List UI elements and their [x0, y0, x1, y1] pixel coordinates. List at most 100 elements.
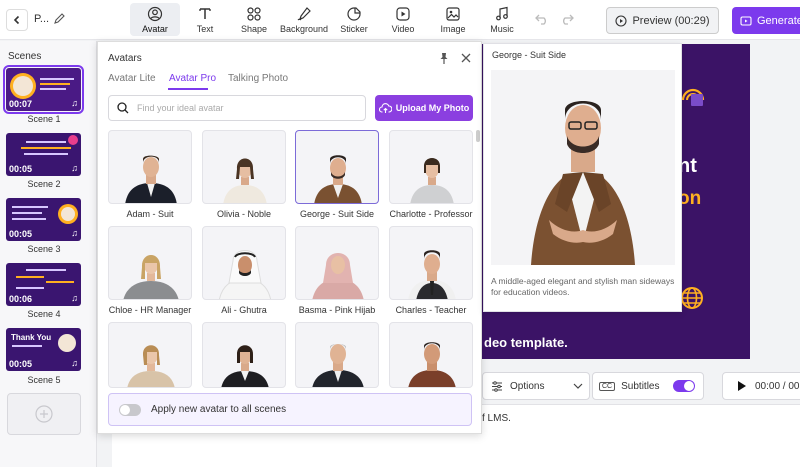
tab-avatar-pro[interactable]: Avatar Pro [169, 73, 216, 84]
scene-label: Scene 5 [27, 375, 61, 385]
search-input[interactable] [137, 103, 357, 113]
tool-image[interactable]: Image [428, 3, 478, 36]
apply-all-toggle[interactable] [119, 403, 141, 416]
tool-avatar[interactable]: Avatar [130, 3, 180, 36]
scenes-title: Scenes [8, 51, 42, 62]
scene-label: Scene 4 [27, 309, 61, 319]
avatar-name: Charles - Teacher [395, 305, 467, 315]
play-icon[interactable] [737, 380, 747, 392]
panel-scrollbar[interactable] [476, 130, 480, 142]
music-note-icon: ♫ [71, 98, 78, 108]
avatar-card-charles[interactable] [389, 226, 473, 300]
scene-duration: 00:06 [9, 294, 33, 304]
image-icon [446, 7, 460, 21]
avatar-portrait [123, 255, 179, 299]
avatar-card[interactable] [108, 322, 192, 388]
shape-icon [247, 7, 261, 21]
avatar-portrait [312, 253, 364, 299]
scene-thumbnail-1[interactable]: 00:07 ♫ [3, 65, 84, 114]
tool-text[interactable]: Text [180, 3, 230, 36]
avatar-portrait [125, 155, 177, 203]
avatar-name: Olivia - Noble [216, 209, 272, 219]
book-icon [680, 86, 706, 108]
close-icon[interactable] [461, 53, 471, 63]
avatar-card-ali[interactable] [202, 226, 286, 300]
avatar-card-chloe[interactable] [108, 226, 192, 300]
scene-thumbnail-2[interactable]: 00:05 ♫ [6, 133, 81, 176]
avatar-portrait [219, 250, 271, 299]
subtitles-toggle[interactable] [673, 380, 696, 392]
apply-all-label: Apply new avatar to all scenes [151, 404, 287, 415]
scene-thumbnail-5[interactable]: Thank You 00:05 ♫ [6, 328, 81, 371]
sliders-icon [492, 380, 502, 392]
subtitles-control[interactable]: CC Subtitles [592, 372, 704, 400]
tool-music[interactable]: Music [477, 3, 527, 36]
scene-duration: 00:05 [9, 164, 33, 174]
sticker-icon [347, 7, 361, 21]
script-text[interactable]: f LMS. [482, 413, 511, 424]
music-note-icon: ♫ [71, 163, 78, 173]
tool-label: Background [279, 24, 329, 34]
preview-description: A middle-aged elegant and stylish man si… [491, 276, 675, 297]
redo-icon[interactable] [560, 13, 574, 25]
tool-label: Shape [240, 24, 268, 34]
scene-duration: 00:05 [9, 359, 33, 369]
preview-title: George - Suit Side [492, 50, 567, 60]
subtitles-label: Subtitles [621, 380, 660, 392]
music-note-icon: ♫ [71, 358, 78, 368]
avatar-card-basma[interactable] [295, 226, 379, 300]
background-icon [297, 7, 311, 21]
pin-icon[interactable] [438, 52, 450, 65]
scene-duration: 00:05 [9, 229, 33, 239]
avatar-portrait [408, 250, 456, 299]
back-button[interactable] [6, 9, 28, 31]
avatar-name: Ali - Ghutra [221, 305, 267, 315]
scene-thumbnail-text: Thank You [11, 333, 52, 342]
tab-talking-photo[interactable]: Talking Photo [228, 73, 288, 84]
avatar-card[interactable] [295, 322, 379, 388]
avatar-card[interactable] [389, 322, 473, 388]
avatar-name: Chloe - HR Manager [108, 305, 192, 315]
avatar-card-charlotte[interactable] [389, 130, 473, 204]
avatar-name: Basma - Pink Hijab [298, 305, 376, 315]
tool-label: Image [440, 24, 466, 34]
tool-shape[interactable]: Shape [229, 3, 279, 36]
edit-icon[interactable] [53, 12, 66, 25]
preview-label: Preview (00:29) [632, 14, 710, 27]
canvas-footer-text[interactable]: deo template. [484, 335, 568, 350]
scene-thumbnail-4[interactable]: 00:06 ♫ [6, 263, 81, 306]
avatar-card-olivia[interactable] [202, 130, 286, 204]
avatar-card-adam[interactable] [108, 130, 192, 204]
avatar-name: Charlotte - Professor [389, 209, 473, 219]
tool-label: Avatar [142, 24, 168, 34]
avatar-portrait [408, 342, 456, 387]
video-icon [396, 7, 410, 21]
project-name[interactable]: P... [34, 13, 49, 25]
playback-control[interactable]: 00:00 / 00 [722, 372, 800, 400]
upload-photo-button[interactable]: Upload My Photo [375, 95, 473, 121]
chevron-down-icon [574, 383, 583, 389]
apply-all-scenes-control[interactable]: Apply new avatar to all scenes [108, 393, 472, 426]
scene-thumbnail-3[interactable]: 00:05 ♫ [6, 198, 81, 241]
options-dropdown[interactable]: Options [482, 372, 590, 400]
tool-sticker[interactable]: Sticker [329, 3, 379, 36]
tab-avatar-lite[interactable]: Avatar Lite [108, 73, 156, 84]
plus-circle-icon [35, 405, 53, 423]
avatar-portrait [314, 155, 362, 203]
generate-label: Generate [757, 14, 800, 27]
tool-video[interactable]: Video [378, 3, 428, 36]
avatar-search[interactable] [108, 95, 366, 121]
avatar-card[interactable] [202, 322, 286, 388]
add-scene-button[interactable] [7, 393, 81, 435]
undo-icon[interactable] [535, 13, 549, 25]
avatar-card-george[interactable] [295, 130, 379, 204]
avatars-panel: Avatars Avatar Lite Avatar Pro Talking P… [97, 41, 482, 434]
preview-button[interactable]: Preview (00:29) [606, 7, 719, 34]
options-label: Options [510, 380, 545, 392]
play-circle-icon [615, 14, 628, 27]
tool-background[interactable]: Background [279, 3, 329, 36]
tool-label: Music [490, 24, 514, 34]
music-note-icon: ♫ [71, 293, 78, 303]
generate-button[interactable]: Generate [732, 7, 800, 34]
active-tab-indicator [168, 88, 208, 90]
